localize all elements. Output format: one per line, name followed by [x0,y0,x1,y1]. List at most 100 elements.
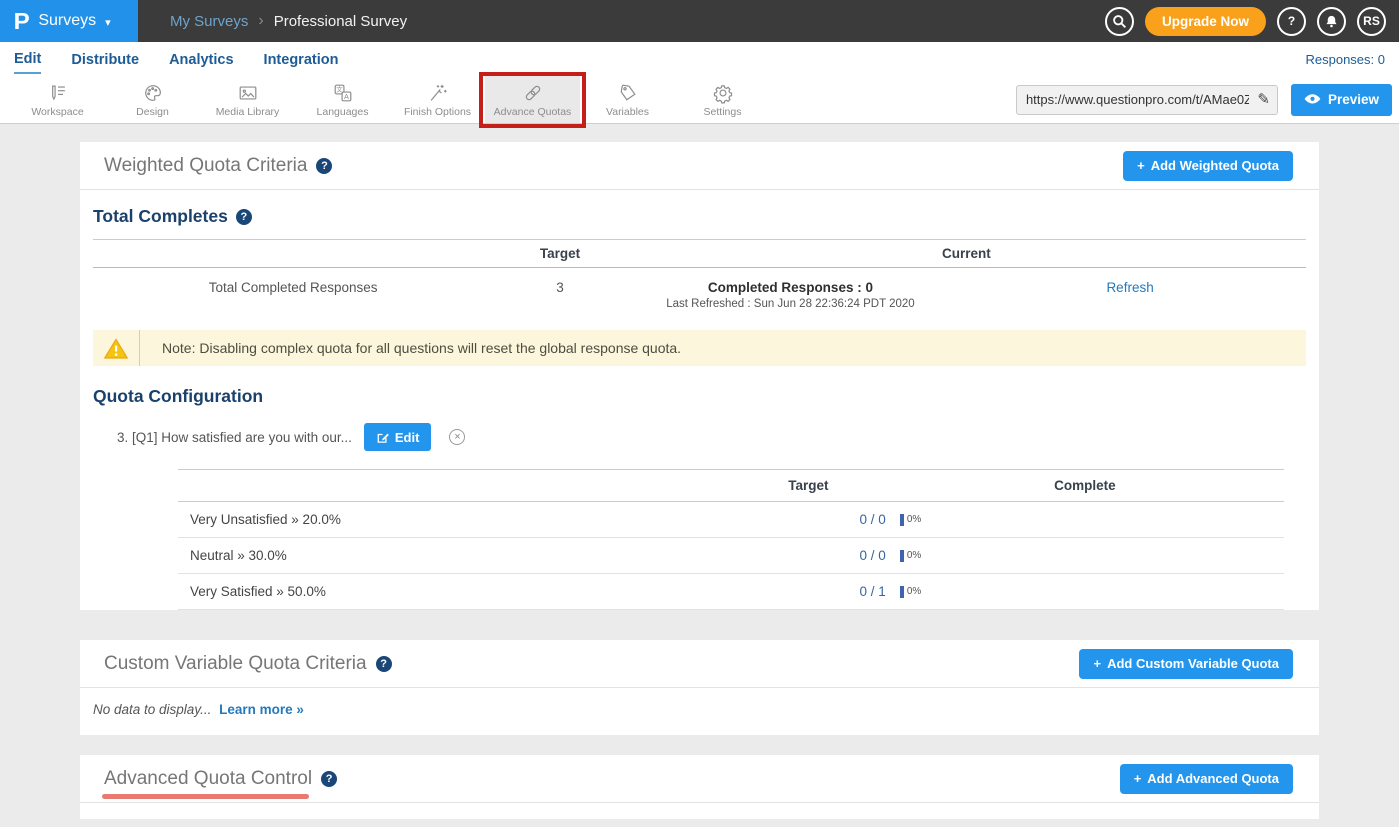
custom-variable-quota-header: Custom Variable Quota Criteria ? + Add C… [80,640,1319,688]
tab-distribute[interactable]: Distribute [71,46,139,73]
custom-variable-title-row: Custom Variable Quota Criteria ? [104,653,392,675]
help-circle-icon[interactable]: ? [236,209,252,225]
gear-icon [712,82,734,104]
plus-icon: + [1093,656,1101,671]
total-completed-responses-label: Total Completed Responses [93,280,493,295]
questionpro-logo: P [14,8,30,35]
warning-triangle-icon [93,330,140,366]
chevron-down-icon: ▾ [105,16,111,29]
progress-bar [900,514,904,526]
quota-configuration-title: Quota Configuration [93,386,263,407]
toolbar-item-label: Workspace [31,106,83,118]
total-completes-title: Total Completes [93,206,228,227]
quota-target-value[interactable]: 0 / 0 [731,512,886,527]
empty-state-row: No data to display... Learn more » [80,688,1319,735]
column-header-target: Target [731,478,886,493]
magic-wand-icon [427,82,449,104]
note-text: Note: Disabling complex quota for all qu… [140,340,681,356]
toolbar-item-advance-quotas[interactable]: Advance Quotas [485,76,580,123]
topbar-actions: Upgrade Now ? RS [1105,7,1399,36]
advanced-quota-title-row: Advanced Quota Control ? [104,768,337,790]
percent-value: 0% [907,550,921,561]
add-advanced-quota-label: Add Advanced Quota [1147,771,1279,786]
plus-icon: + [1134,771,1142,786]
complete-cell: 0% [886,550,1284,562]
table-row: Very Unsatisfied » 20.0% 0 / 0 0% [178,502,1284,538]
column-header-current: Current [627,246,1306,261]
refresh-link[interactable]: Refresh [1106,280,1153,295]
learn-more-link[interactable]: Learn more » [219,702,304,717]
table-row: Very Satisfied » 50.0% 0 / 1 0% [178,574,1284,610]
note-banner: Note: Disabling complex quota for all qu… [93,330,1306,366]
section-title: Custom Variable Quota Criteria [104,653,367,675]
tag-icon [617,82,639,104]
help-circle-icon[interactable]: ? [376,656,392,672]
toolbar-item-variables[interactable]: Variables [580,76,675,123]
tab-analytics[interactable]: Analytics [169,46,233,73]
avatar[interactable]: RS [1357,7,1386,36]
survey-url-input[interactable] [1016,85,1278,115]
main-content: Weighted Quota Criteria ? + Add Weighted… [0,124,1399,819]
answer-option-label: Neutral » 30.0% [178,548,731,563]
toolbar-item-languages[interactable]: 文 A Languages [295,76,390,123]
surveys-menu[interactable]: P Surveys ▾ [0,0,138,42]
breadcrumb-separator-icon: › [258,12,263,30]
edit-toolbar: Workspace Design Media Library 文 [0,76,1399,124]
advanced-quota-card: Advanced Quota Control ? + Add Advanced … [80,755,1319,819]
toolbar-item-settings[interactable]: Settings [675,76,770,123]
translate-icon: 文 A [332,82,354,104]
breadcrumb-my-surveys[interactable]: My Surveys [170,13,248,30]
tab-edit[interactable]: Edit [14,45,41,74]
total-completes-table: Target Current Total Completed Responses… [93,239,1306,326]
percent-value: 0% [907,586,921,597]
chain-link-icon [522,82,544,104]
progress-bar [900,586,904,598]
surveys-menu-label: Surveys [38,12,96,30]
remove-question-icon[interactable]: × [449,429,465,445]
add-weighted-quota-label: Add Weighted Quota [1151,158,1279,173]
bell-icon [1324,14,1339,29]
progress-bar [900,550,904,562]
preview-button-label: Preview [1328,92,1379,107]
tab-integration[interactable]: Integration [264,46,339,73]
question-row: 3. [Q1] How satisfied are you with our..… [117,423,1306,451]
annotation-underline [102,794,309,799]
help-button[interactable]: ? [1277,7,1306,36]
preview-button[interactable]: Preview [1291,84,1392,116]
workspace-icon [47,82,69,104]
edit-button-label: Edit [395,430,420,445]
breadcrumb-current-survey: Professional Survey [274,13,407,30]
edit-question-button[interactable]: Edit [364,423,432,451]
upgrade-now-button[interactable]: Upgrade Now [1145,7,1266,36]
help-circle-icon[interactable]: ? [321,771,337,787]
toolbar-item-label: Media Library [216,106,280,118]
last-refreshed-timestamp: Last Refreshed : Sun Jun 28 22:36:24 PDT… [627,298,955,310]
quota-target-value[interactable]: 0 / 1 [731,584,886,599]
quota-target-value[interactable]: 0 / 0 [731,548,886,563]
notifications-button[interactable] [1317,7,1346,36]
section-title: Advanced Quota Control [104,768,312,790]
toolbar-item-media-library[interactable]: Media Library [200,76,295,123]
help-circle-icon[interactable]: ? [316,158,332,174]
percent-value: 0% [907,514,921,525]
toolbar-item-finish-options[interactable]: Finish Options [390,76,485,123]
add-weighted-quota-button[interactable]: + Add Weighted Quota [1123,151,1293,181]
edit-url-icon[interactable]: ✎ [1257,90,1270,108]
toolbar-item-workspace[interactable]: Workspace [10,76,105,123]
palette-icon [142,82,164,104]
add-advanced-quota-button[interactable]: + Add Advanced Quota [1120,764,1293,794]
total-completes-heading: Total Completes ? [93,206,1306,227]
table-row: Total Completed Responses 3 Completed Re… [93,268,1306,326]
plus-icon: + [1137,158,1145,173]
section-title: Weighted Quota Criteria [104,155,307,177]
quota-configuration-heading: Quota Configuration [93,386,1306,407]
toolbar-item-design[interactable]: Design [105,76,200,123]
toolbar-item-label: Finish Options [404,106,471,118]
eye-icon [1304,93,1321,106]
image-icon [237,82,259,104]
add-custom-variable-quota-label: Add Custom Variable Quota [1107,656,1279,671]
search-button[interactable] [1105,7,1134,36]
add-custom-variable-quota-button[interactable]: + Add Custom Variable Quota [1079,649,1293,679]
current-cell: Completed Responses : 0 Last Refreshed :… [627,280,955,310]
top-navigation-bar: P Surveys ▾ My Surveys › Professional Su… [0,0,1399,42]
